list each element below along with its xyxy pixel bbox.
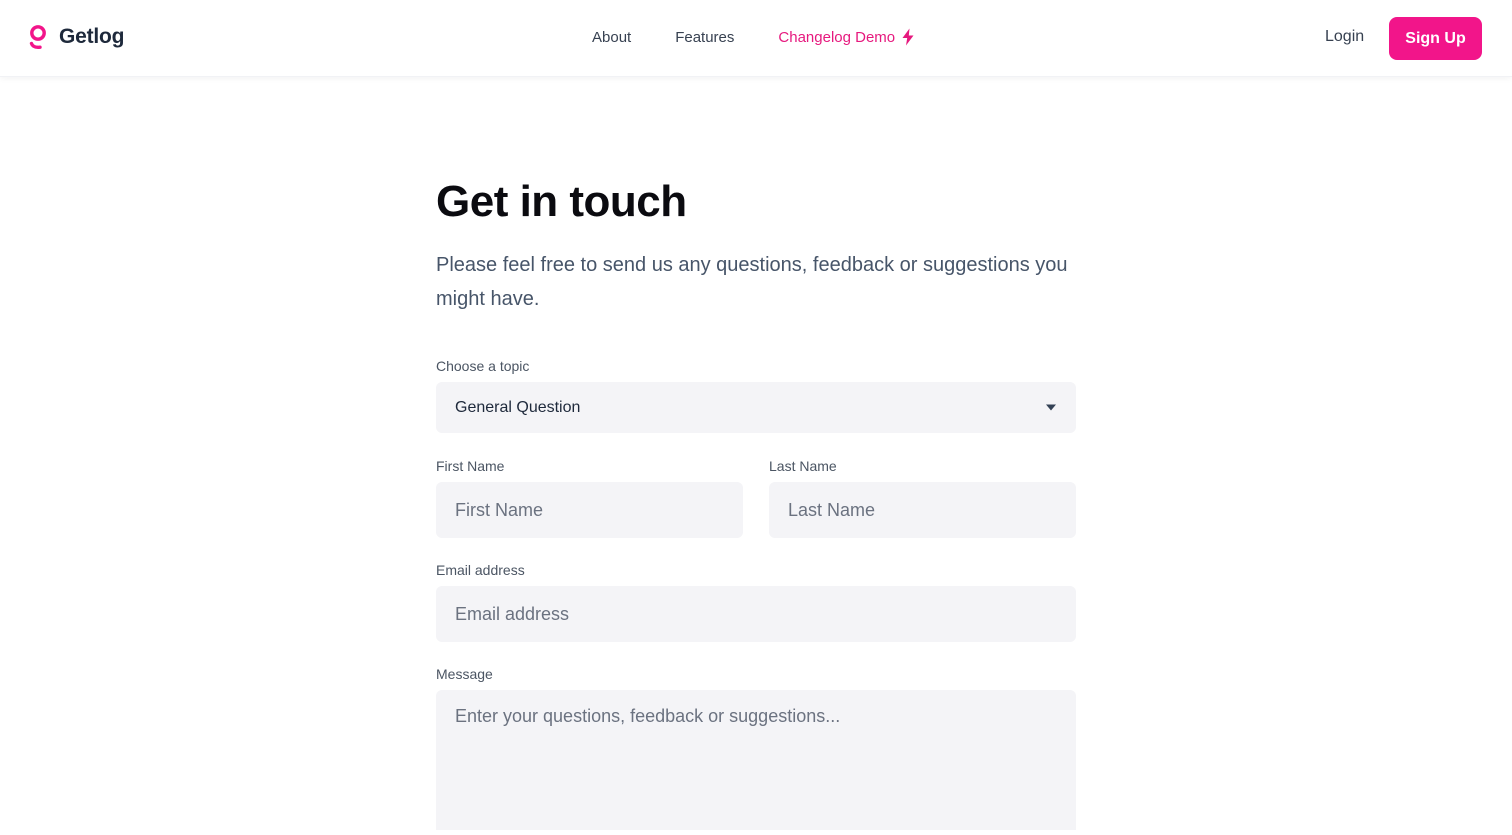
main-nav: About Features Changelog Demo [592,28,915,46]
email-input[interactable] [436,586,1076,642]
lightning-bolt-icon [902,28,914,46]
message-field-group: Message [436,665,1076,835]
login-link[interactable]: Login [1325,28,1364,46]
top-navbar: Getlog About Features Changelog Demo Log… [0,0,1512,77]
caret-down-icon [1046,404,1056,411]
first-name-input[interactable] [436,482,743,538]
email-label: Email address [436,562,525,578]
first-name-field-group: First Name [436,457,743,538]
topic-label: Choose a topic [436,358,530,374]
contact-section: Get in touch Please feel free to send us… [436,170,1076,835]
topic-selected-value: General Question [455,398,581,416]
topic-field-group: Choose a topic General Question [436,357,1076,433]
first-name-label: First Name [436,458,505,474]
page-title: Get in touch [436,177,687,226]
last-name-label: Last Name [769,458,837,474]
sign-up-button[interactable]: Sign Up [1389,17,1482,60]
nav-link-features[interactable]: Features [675,29,734,46]
contact-form: Choose a topic General Question First Na… [436,357,1076,835]
changelog-demo-label: Changelog Demo [778,28,896,46]
nav-link-about[interactable]: About [592,29,631,46]
message-textarea[interactable] [436,690,1076,830]
last-name-input[interactable] [769,482,1076,538]
nav-link-changelog-demo[interactable]: Changelog Demo [778,28,915,46]
email-field-group: Email address [436,561,1076,642]
getlog-logo-icon [29,25,46,50]
page-subtitle: Please feel free to send us any question… [436,254,1068,310]
last-name-field-group: Last Name [769,457,1076,538]
topic-select[interactable]: General Question [436,382,1076,433]
name-fields-row: First Name Last Name [436,457,1076,538]
message-label: Message [436,666,493,682]
brand-logo-link[interactable]: Getlog [28,24,124,50]
brand-name: Getlog [59,25,125,48]
